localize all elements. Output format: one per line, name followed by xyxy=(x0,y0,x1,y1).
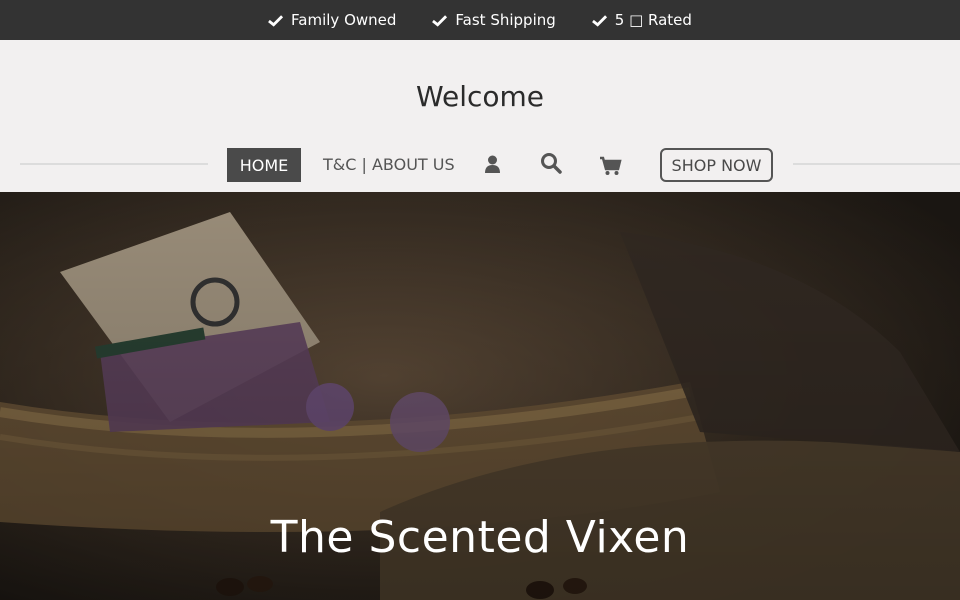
announcement-item: Fast Shipping xyxy=(432,11,556,29)
announcement-bar: Family Owned Fast Shipping 5 □ Rated xyxy=(0,0,960,40)
announcement-label: Fast Shipping xyxy=(455,11,556,29)
check-icon xyxy=(268,14,284,27)
check-icon xyxy=(432,14,448,27)
nav-about-link[interactable]: T&C | ABOUT US xyxy=(323,148,455,182)
shop-now-button[interactable]: SHOP NOW xyxy=(660,148,773,182)
divider-right xyxy=(793,163,960,165)
search-icon[interactable] xyxy=(540,152,562,174)
page-title: Welcome xyxy=(415,80,545,113)
check-icon xyxy=(591,14,607,27)
cart-icon[interactable] xyxy=(599,156,622,176)
announcement-label: 5 □ Rated xyxy=(614,11,692,29)
divider-left xyxy=(20,163,208,165)
user-icon[interactable] xyxy=(484,154,501,174)
announcement-item: Family Owned xyxy=(268,11,396,29)
hero-banner: The Scented Vixen xyxy=(0,192,960,600)
announcement-item: 5 □ Rated xyxy=(591,11,692,29)
hero-title: The Scented Vixen xyxy=(270,512,690,563)
site-header: Welcome HOME T&C | ABOUT US SHOP NOW xyxy=(0,40,960,192)
nav-home-link[interactable]: HOME xyxy=(227,148,301,182)
announcement-label: Family Owned xyxy=(291,11,397,29)
